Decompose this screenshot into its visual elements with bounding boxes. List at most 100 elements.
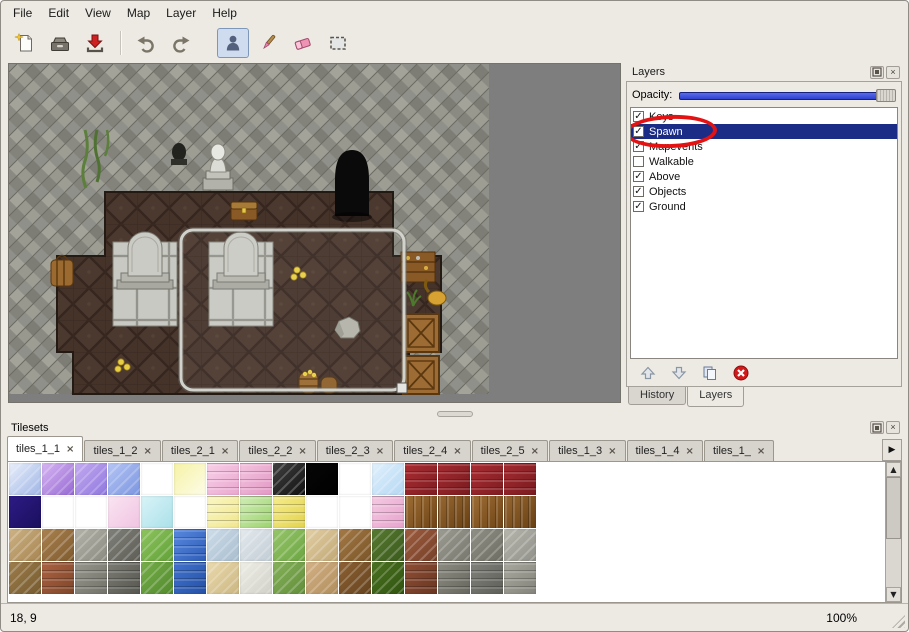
layer-visibility-checkbox-mapevents[interactable]: ✓	[633, 141, 644, 152]
tilesets-close-button[interactable]: ×	[886, 421, 900, 434]
tileset-tile[interactable]	[141, 529, 173, 561]
layer-visibility-checkbox-spawn[interactable]: ✓	[633, 126, 644, 137]
tileset-tile[interactable]	[339, 463, 371, 495]
undo-button[interactable]	[130, 28, 162, 58]
tileset-tile[interactable]	[504, 463, 536, 495]
menu-item-help[interactable]: Help	[204, 3, 245, 23]
tileset-tile[interactable]	[273, 562, 305, 594]
tileset-tile[interactable]	[339, 562, 371, 594]
tileset-tile[interactable]	[240, 562, 272, 594]
tileset-tile[interactable]	[372, 529, 404, 561]
selection-tool-button[interactable]	[322, 28, 354, 58]
tab-close-icon[interactable]: ×	[66, 444, 74, 455]
delete-layer-button[interactable]	[730, 363, 752, 382]
selection-resize-handle[interactable]	[397, 383, 407, 393]
tileset-tab-tiles_1_[interactable]: tiles_1_×	[704, 440, 774, 461]
tileset-tile[interactable]	[75, 463, 107, 495]
tab-close-icon[interactable]: ×	[143, 446, 151, 457]
tileset-tab-tiles_2_5[interactable]: tiles_2_5×	[472, 440, 548, 461]
dock-tab-history[interactable]: History	[628, 387, 686, 405]
opacity-slider-handle[interactable]	[876, 89, 896, 102]
tileset-tab-tiles_1_1[interactable]: tiles_1_1×	[7, 436, 83, 461]
tab-close-icon[interactable]: ×	[376, 446, 384, 457]
tileset-tile[interactable]	[108, 463, 140, 495]
scroll-up-button[interactable]: ▲	[886, 462, 901, 477]
layer-row-above[interactable]: ✓Above	[631, 169, 897, 184]
tileset-tile[interactable]	[405, 562, 437, 594]
tab-close-icon[interactable]: ×	[453, 446, 461, 457]
tileset-tile[interactable]	[240, 496, 272, 528]
tileset-tile[interactable]	[471, 463, 503, 495]
map-canvas[interactable]	[8, 63, 621, 403]
tileset-surface[interactable]	[8, 462, 885, 602]
tileset-tile[interactable]	[372, 562, 404, 594]
layer-row-ground[interactable]: ✓Ground	[631, 199, 897, 214]
menu-item-view[interactable]: View	[77, 3, 119, 23]
scrollbar-track[interactable]	[886, 477, 901, 587]
tileset-tile[interactable]	[207, 463, 239, 495]
duplicate-layer-button[interactable]	[699, 363, 721, 382]
tileset-tile[interactable]	[273, 496, 305, 528]
opacity-slider[interactable]	[679, 89, 896, 102]
redo-button[interactable]	[165, 28, 197, 58]
tileset-tile[interactable]	[471, 562, 503, 594]
tileset-tile[interactable]	[438, 496, 470, 528]
tileset-tile[interactable]	[141, 496, 173, 528]
stamp-tool-button[interactable]	[217, 28, 249, 58]
tilesets-float-button[interactable]	[870, 421, 884, 434]
brush-tool-button[interactable]	[252, 28, 284, 58]
tileset-tile[interactable]	[9, 529, 41, 561]
tileset-tile[interactable]	[438, 463, 470, 495]
tileset-tile[interactable]	[339, 496, 371, 528]
tileset-tab-tiles_1_2[interactable]: tiles_1_2×	[84, 440, 160, 461]
tileset-tile[interactable]	[75, 529, 107, 561]
menu-item-map[interactable]: Map	[119, 3, 158, 23]
layers-close-button[interactable]: ×	[886, 66, 900, 79]
layer-row-walkable[interactable]: Walkable	[631, 154, 897, 169]
tileset-tile[interactable]	[405, 496, 437, 528]
tileset-tile[interactable]	[174, 529, 206, 561]
menu-item-layer[interactable]: Layer	[158, 3, 204, 23]
tab-close-icon[interactable]: ×	[221, 446, 229, 457]
tileset-tile[interactable]	[372, 463, 404, 495]
tileset-tile[interactable]	[174, 463, 206, 495]
tileset-tile[interactable]	[273, 529, 305, 561]
tileset-tile[interactable]	[405, 529, 437, 561]
tab-close-icon[interactable]: ×	[608, 446, 616, 457]
layer-visibility-checkbox-walkable[interactable]	[633, 156, 644, 167]
tileset-tile[interactable]	[207, 562, 239, 594]
layer-row-mapevents[interactable]: ✓Mapevents	[631, 139, 897, 154]
tileset-tile[interactable]	[42, 562, 74, 594]
tileset-tile[interactable]	[141, 463, 173, 495]
tileset-tile[interactable]	[108, 496, 140, 528]
menu-item-edit[interactable]: Edit	[40, 3, 77, 23]
layers-float-button[interactable]	[870, 66, 884, 79]
tileset-tab-tiles_2_1[interactable]: tiles_2_1×	[162, 440, 238, 461]
tileset-tile[interactable]	[306, 562, 338, 594]
layer-visibility-checkbox-ground[interactable]: ✓	[633, 201, 644, 212]
tileset-tile[interactable]	[306, 529, 338, 561]
tab-close-icon[interactable]: ×	[298, 446, 306, 457]
new-file-button[interactable]	[9, 28, 41, 58]
tileset-tile[interactable]	[108, 529, 140, 561]
scroll-down-button[interactable]: ▼	[886, 587, 901, 602]
tileset-tile[interactable]	[174, 562, 206, 594]
tileset-tile[interactable]	[240, 529, 272, 561]
tileset-tile[interactable]	[207, 496, 239, 528]
resize-grip[interactable]	[892, 615, 905, 628]
tileset-tab-tiles_2_4[interactable]: tiles_2_4×	[394, 440, 470, 461]
raise-layer-button[interactable]	[637, 363, 659, 382]
layer-row-keys[interactable]: ✓Keys	[631, 109, 897, 124]
tileset-tile[interactable]	[42, 496, 74, 528]
tileset-tab-tiles_2_2[interactable]: tiles_2_2×	[239, 440, 315, 461]
layer-visibility-checkbox-above[interactable]: ✓	[633, 171, 644, 182]
menu-item-file[interactable]: File	[5, 3, 40, 23]
layer-row-objects[interactable]: ✓Objects	[631, 184, 897, 199]
tileset-tile[interactable]	[108, 562, 140, 594]
tileset-tile[interactable]	[504, 496, 536, 528]
tileset-scrollbar[interactable]: ▲ ▼	[885, 462, 901, 602]
tileset-tile[interactable]	[42, 529, 74, 561]
layer-row-spawn[interactable]: ✓Spawn	[631, 124, 897, 139]
lower-layer-button[interactable]	[668, 363, 690, 382]
tileset-tile[interactable]	[9, 496, 41, 528]
